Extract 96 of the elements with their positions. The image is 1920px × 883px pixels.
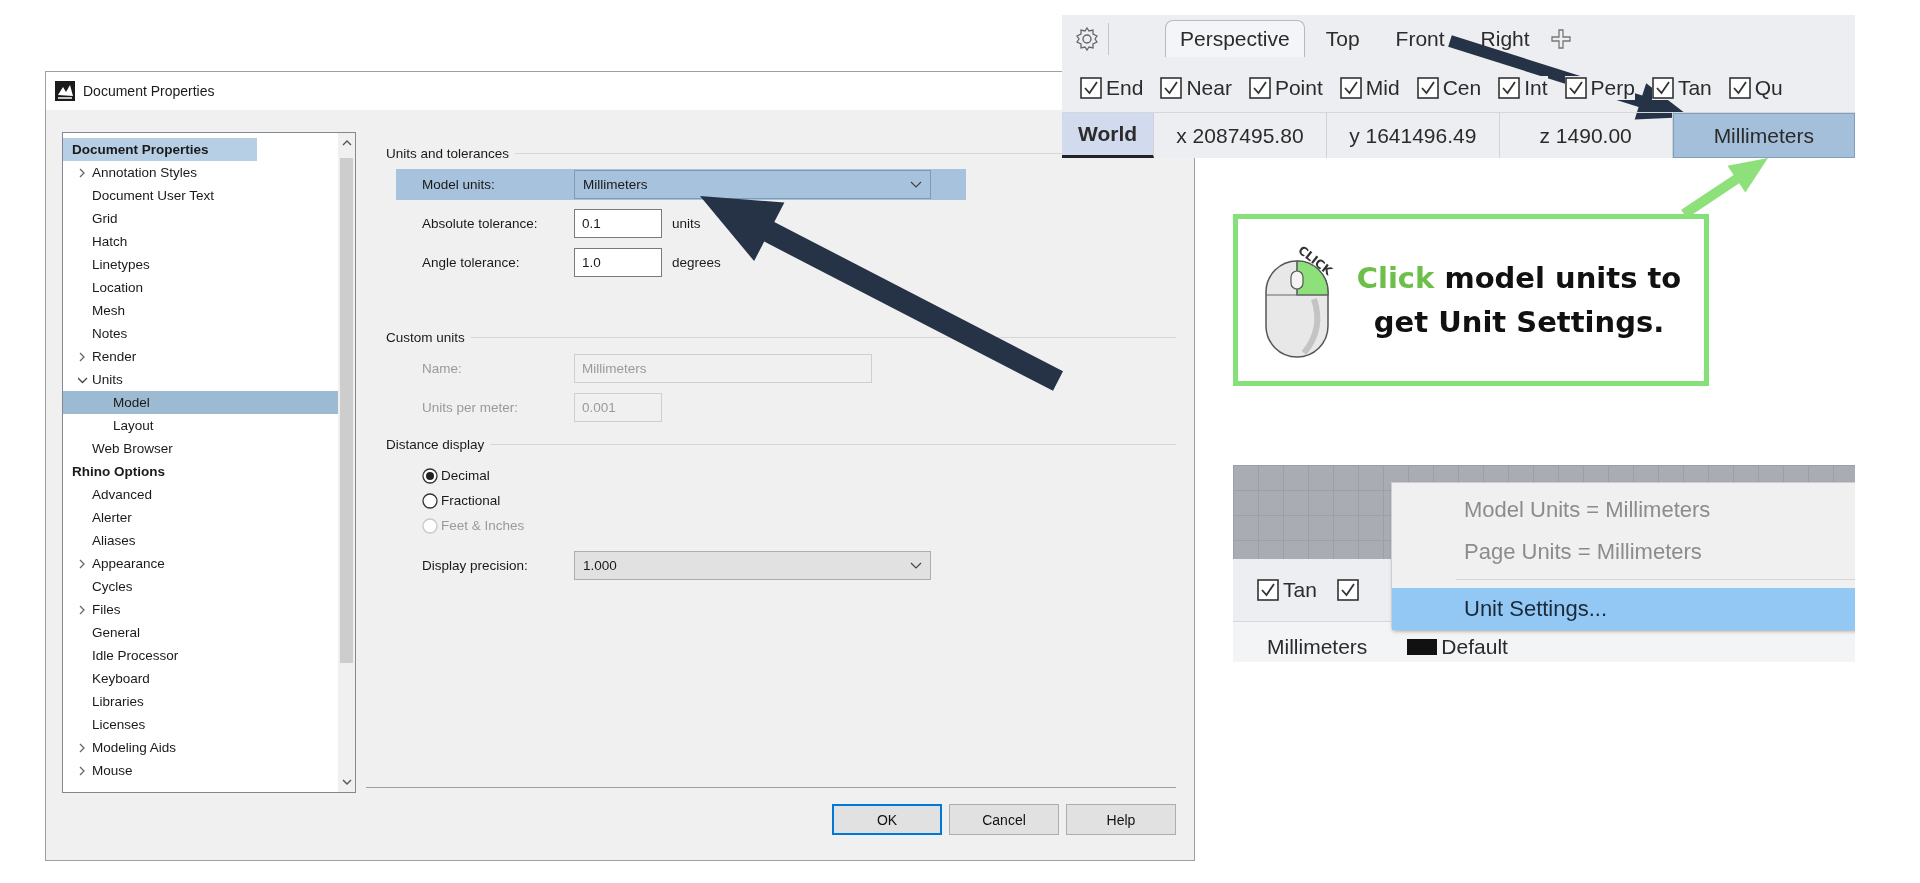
status-cell[interactable]: Millimeters [1672,113,1855,158]
scroll-down-icon[interactable] [341,778,352,786]
tree-item[interactable]: Aliases [63,529,338,552]
radio-button[interactable]: Decimal [422,463,490,488]
checkbox-icon [1160,76,1183,99]
tree-item[interactable]: Layout [63,414,338,437]
tree-item[interactable]: Location [63,276,338,299]
window-title: Document Properties [83,83,215,99]
tree-item[interactable]: Document Properties [63,138,257,161]
field-label: Units per meter: [422,400,520,415]
tree-item[interactable]: Annotation Styles [63,161,338,184]
checkbox-icon [1257,579,1279,601]
checkbox-icon [1651,76,1674,99]
checkbox[interactable]: Cen [1416,75,1482,100]
field-label: Angle tolerance: [422,255,521,270]
dialog-button[interactable]: Help [1066,804,1176,835]
radio-button[interactable]: Fractional [422,488,501,513]
checkbox[interactable]: Perp [1564,75,1635,100]
tree-item[interactable]: Licenses [63,713,338,736]
tree-item[interactable]: Grid [63,207,338,230]
checkbox-icon [1564,76,1587,99]
tree-item[interactable]: Keyboard [63,667,338,690]
checkbox-icon [1416,76,1439,99]
tree-item[interactable]: Model [63,391,338,414]
status-cell[interactable]: Millimeters [1267,635,1368,659]
dropdown[interactable]: Millimeters [574,170,931,199]
radio-icon [422,517,438,534]
status-cell: y 1641496.49 [1326,113,1500,158]
status-cell[interactable]: World [1062,113,1154,158]
tree-item[interactable]: Linetypes [63,253,338,276]
checkbox-icon [1080,76,1102,99]
input-field[interactable]: 1.0 [574,248,662,277]
checkbox[interactable]: End [1080,75,1144,100]
scroll-up-icon[interactable] [341,139,352,147]
tree-item[interactable]: Idle Processor [63,644,338,667]
dropdown[interactable]: 1.000 [574,551,931,580]
field-label: Name: [422,361,463,376]
radio-icon [422,467,438,484]
dialog-button[interactable]: OK [832,804,942,835]
tree-item[interactable]: Notes [63,322,338,345]
app-icon [55,81,75,101]
field-label: Model units: [422,177,496,192]
unit-label: units [672,216,701,231]
tree-item[interactable]: Alerter [63,506,338,529]
checkbox[interactable] [1336,579,1359,601]
status-cell: x 2087495.80 [1154,113,1327,158]
checkbox-icon [1248,76,1271,99]
tree-item[interactable]: Render [63,345,338,368]
unit-label: degrees [672,255,721,270]
checkbox-icon [1498,76,1521,99]
tree-item[interactable]: Units [63,368,338,391]
viewport-tab[interactable]: Front [1380,20,1460,58]
callout-text: Click model units to get Unit Settings. [1355,260,1683,341]
layer-label: Default [1441,635,1508,659]
viewport-tab[interactable]: Top [1310,20,1375,58]
tree-item[interactable]: Mesh [63,299,338,322]
dialog-button[interactable]: Cancel [949,804,1059,835]
checkbox[interactable]: Int [1498,75,1548,100]
group-title: Custom units [386,329,465,345]
radio-icon [422,492,438,509]
tree-item[interactable]: Hatch [63,230,338,253]
tree-item[interactable]: Libraries [63,690,338,713]
group-title: Distance display [386,436,485,452]
tree-item[interactable]: Files [63,598,338,621]
tree-item[interactable]: Cycles [63,575,338,598]
tree-item[interactable]: Rhino Options [63,460,213,483]
field-label: Absolute tolerance: [422,216,539,231]
chevron-icon [910,180,922,189]
checkbox[interactable]: Near [1160,75,1232,100]
tree-item[interactable]: Web Browser [63,437,338,460]
checkbox-icon [1728,76,1751,99]
tree-item[interactable]: Appearance [63,552,338,575]
viewport-tab[interactable]: Right [1465,20,1545,58]
tree-item[interactable]: General [63,621,338,644]
checkbox[interactable]: Tan [1651,75,1712,100]
input-field[interactable]: 0.1 [574,209,662,238]
checkbox[interactable]: Point [1248,75,1323,100]
checkbox[interactable]: Mid [1339,75,1400,100]
checkbox-icon [1336,579,1359,601]
checkbox[interactable]: Qu [1728,75,1783,100]
viewport-tab[interactable]: Perspective [1165,20,1305,58]
color-swatch [1407,639,1438,655]
status-cell: z 1490.00 [1499,113,1673,158]
checkbox[interactable]: Tan [1257,578,1317,602]
tree-item[interactable]: Mouse [63,759,338,782]
scrollbar-thumb[interactable] [340,158,353,663]
group-title: Units and tolerances [386,145,510,161]
tree-item[interactable]: Document User Text [63,184,338,207]
settings-icon[interactable] [1074,25,1100,52]
tree-item[interactable]: Advanced [63,483,338,506]
field-label: Display precision: [422,558,529,573]
add-tab-icon[interactable] [1550,28,1571,49]
tree-item[interactable]: Modeling Aids [63,736,338,759]
chevron-icon [910,561,922,570]
checkbox-icon [1339,76,1362,99]
menu-item[interactable]: Unit Settings... [1392,588,1855,630]
